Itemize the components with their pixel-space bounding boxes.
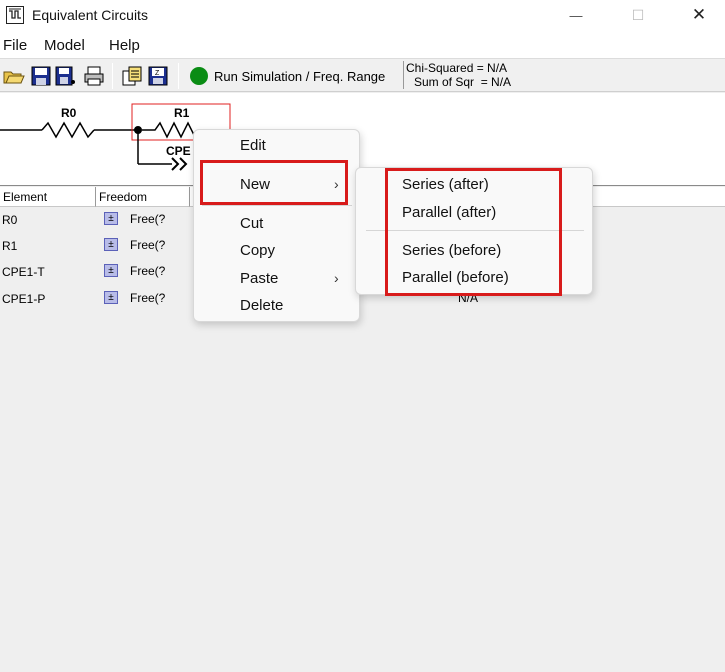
save-as-icon[interactable] (55, 65, 77, 87)
toolbar-separator (178, 63, 179, 89)
maximize-button[interactable]: ☐ (615, 0, 661, 30)
window-title: Equivalent Circuits (32, 7, 148, 23)
menu-model[interactable]: Model (44, 37, 85, 54)
svg-text:Z: Z (155, 70, 160, 77)
freedom-cell[interactable]: Free(? (130, 238, 165, 252)
element-cell: R0 (2, 213, 18, 227)
menu-help[interactable]: Help (109, 37, 140, 54)
column-header-element[interactable]: Element (0, 187, 96, 207)
menu-item-cut[interactable]: Cut (240, 215, 263, 232)
sum-of-sqr-readout: Sum of Sqr = N/A (414, 75, 512, 89)
freedom-cell[interactable]: Free(? (130, 291, 165, 305)
plus-minus-icon[interactable]: ± (104, 264, 118, 277)
cpe-label: CPE (166, 144, 191, 158)
element-cell: CPE1-T (2, 265, 45, 279)
menu-item-copy[interactable]: Copy (240, 242, 275, 259)
r0-label: R0 (61, 106, 77, 120)
chevron-right-icon: › (334, 270, 339, 286)
fit-stats: Chi-Squared = N/A Sum of Sqr = N/A (403, 61, 511, 89)
resistor-r0[interactable] (41, 121, 95, 139)
submenu-highlight (385, 168, 562, 296)
freedom-cell[interactable]: Free(? (130, 264, 165, 278)
menu-file[interactable]: File (3, 37, 27, 54)
plus-minus-icon[interactable]: ± (104, 238, 118, 251)
title-bar: Equivalent Circuits — ☐ ✕ (0, 0, 725, 32)
toolbar-separator (112, 63, 113, 89)
copy-data-icon[interactable] (121, 65, 143, 87)
run-indicator-icon (190, 67, 208, 85)
plus-minus-icon[interactable]: ± (104, 291, 118, 304)
close-icon: ✕ (691, 5, 707, 24)
run-simulation-label: Run Simulation / Freq. Range (214, 68, 386, 84)
menu-bar: File Model Help (0, 32, 725, 58)
close-button[interactable]: ✕ (676, 0, 722, 30)
minimize-icon: — (569, 7, 583, 23)
menu-item-paste[interactable]: Paste (240, 270, 278, 287)
element-cell: R1 (2, 239, 18, 253)
element-cell: CPE1-P (2, 292, 46, 306)
cpe-element[interactable] (171, 157, 188, 171)
new-item-highlight (200, 160, 348, 205)
app-icon (6, 6, 24, 24)
context-menu: Edit New › Cut Copy Paste › Delete (193, 129, 360, 322)
r1-label: R1 (174, 106, 190, 120)
save-icon[interactable] (30, 65, 52, 87)
maximize-icon: ☐ (631, 6, 645, 23)
menu-separator (202, 205, 352, 206)
chi-squared-readout: Chi-Squared = N/A (406, 61, 508, 75)
print-icon[interactable] (83, 65, 105, 87)
open-folder-icon[interactable] (3, 65, 25, 87)
menu-item-delete[interactable]: Delete (240, 297, 283, 314)
run-simulation-button[interactable]: Run Simulation / Freq. Range (190, 65, 385, 87)
export-icon[interactable]: Z (147, 65, 169, 87)
minimize-button[interactable]: — (553, 0, 599, 30)
freedom-cell[interactable]: Free(? (130, 212, 165, 226)
menu-item-edit[interactable]: Edit (240, 137, 266, 154)
toolbar: Z Run Simulation / Freq. Range Chi-Squar… (0, 58, 725, 92)
column-header-freedom[interactable]: Freedom (96, 187, 190, 207)
plus-minus-icon[interactable]: ± (104, 212, 118, 225)
